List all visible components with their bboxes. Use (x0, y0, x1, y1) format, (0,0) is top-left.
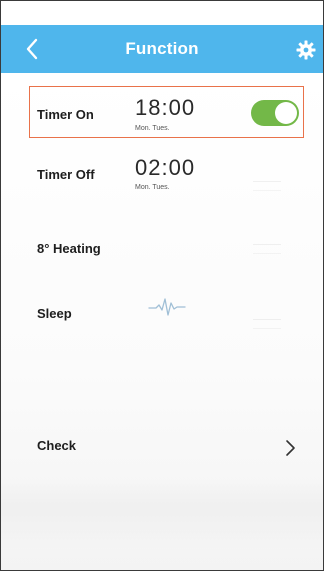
sleep-wave-icon (148, 298, 186, 316)
app-frame: Function Timer On 18:00 Mon. Tues. Timer… (0, 0, 324, 571)
timer-off-row[interactable]: Timer Off 02:00 Mon. Tues. (1, 144, 323, 204)
settings-button[interactable] (295, 39, 317, 61)
timer-on-toggle[interactable] (251, 100, 299, 126)
heating-toggle[interactable] (253, 244, 281, 254)
timer-off-label: Timer Off (37, 167, 95, 182)
page-title: Function (125, 39, 199, 58)
timer-off-time[interactable]: 02:00 (135, 155, 195, 181)
gear-icon (296, 40, 316, 60)
header-bar: Function (1, 25, 323, 73)
status-bar (1, 1, 323, 25)
bottom-shade (1, 479, 323, 549)
timer-on-label: Timer On (37, 107, 94, 122)
sleep-label: Sleep (37, 306, 72, 321)
timer-off-days: Mon. Tues. (135, 184, 170, 191)
timer-off-toggle[interactable] (253, 181, 281, 191)
heating-label: 8° Heating (37, 241, 101, 256)
sleep-toggle[interactable] (253, 319, 281, 329)
toggle-knob (275, 102, 297, 124)
check-row[interactable]: Check (1, 416, 323, 476)
check-label: Check (37, 438, 77, 453)
chevron-right-icon[interactable] (283, 438, 297, 458)
timer-on-time[interactable]: 18:00 (135, 95, 195, 121)
timer-on-days: Mon. Tues. (135, 125, 170, 132)
